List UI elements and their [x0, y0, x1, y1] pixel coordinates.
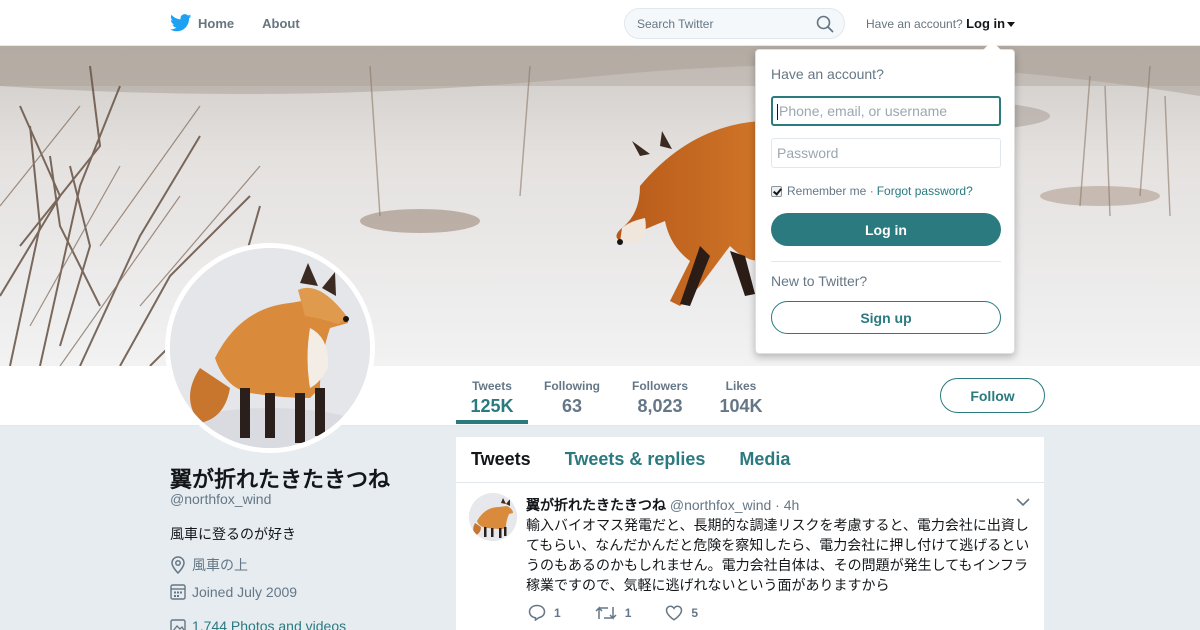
like-action[interactable]: 5: [665, 604, 699, 621]
image-icon: [170, 618, 186, 630]
fox-avatar-image: [469, 493, 517, 541]
joined-text: Joined July 2009: [192, 583, 298, 600]
profile-joined: Joined July 2009: [170, 583, 297, 600]
retweet-count: 1: [624, 605, 632, 620]
tweet[interactable]: 翼が折れたきたきつね @northfox_wind · 4h 輸入バイオマス発電…: [456, 483, 1044, 630]
location-pin-icon: [171, 556, 185, 574]
profile-photos-link[interactable]: 1,744 Photos and videos: [170, 618, 346, 630]
username-placeholder: Phone, email, or username: [779, 103, 948, 119]
tweet-header: 翼が折れたきたきつね @northfox_wind · 4h: [526, 495, 799, 515]
search-icon[interactable]: [816, 15, 834, 33]
text-cursor: [777, 104, 778, 121]
profile-handle[interactable]: @northfox_wind: [170, 491, 271, 507]
photos-videos-text[interactable]: 1,744 Photos and videos: [192, 618, 346, 630]
reply-action[interactable]: 1: [528, 604, 561, 621]
timeline: Tweets Tweets & replies Media 翼が折れたきたきつね…: [456, 437, 1044, 630]
stat-likes[interactable]: Likes 104K: [719, 379, 763, 417]
dropdown-title: Have an account?: [771, 66, 884, 82]
divider: [771, 261, 1001, 262]
password-placeholder: Password: [777, 145, 839, 161]
profile-location: 風車の上: [170, 555, 248, 575]
profile-bio: 風車に登るのが好き: [170, 526, 296, 542]
profile-avatar[interactable]: [165, 243, 375, 453]
stat-value: 63: [561, 396, 583, 416]
search-placeholder: Search Twitter: [637, 17, 714, 31]
search-input[interactable]: Search Twitter: [624, 8, 845, 39]
tweet-author-name[interactable]: 翼が折れたきたきつね: [526, 497, 666, 513]
remember-row: Remember me · Forgot password?: [771, 184, 973, 198]
stat-following[interactable]: Following 63: [543, 379, 601, 417]
stat-tweets[interactable]: Tweets 125K: [470, 379, 514, 417]
stat-value: 104K: [719, 396, 763, 416]
nav-left: Home About: [170, 0, 328, 46]
tweet-actions: 1 1 5: [528, 604, 732, 621]
tweet-text: 輸入バイオマス発電だと、長期的な調達リスクを考慮すると、電力会社に出資してもらい…: [526, 517, 1030, 593]
active-stat-underline: [456, 420, 528, 424]
retweet-action[interactable]: 1: [595, 605, 632, 621]
tweet-avatar[interactable]: [469, 493, 517, 541]
chevron-down-icon[interactable]: [1016, 497, 1030, 507]
twitter-bird-icon: [170, 14, 192, 32]
tab-tweets-and-replies[interactable]: Tweets & replies: [565, 449, 706, 470]
password-field[interactable]: Password: [771, 138, 1001, 168]
nav-home-label: Home: [198, 15, 235, 31]
stat-followers[interactable]: Followers 8,023: [631, 379, 689, 417]
stat-label: Likes: [725, 379, 757, 393]
retweet-icon: [595, 605, 617, 620]
login-dropdown: Have an account? Phone, email, or userna…: [755, 41, 1015, 354]
remember-me-checkbox[interactable]: [771, 185, 782, 197]
profile-name[interactable]: 翼が折れたきたきつね: [170, 462, 390, 494]
tweet-author-handle[interactable]: @northfox_wind: [670, 497, 771, 513]
login-menu-trigger[interactable]: Have an account? Log in: [866, 16, 1016, 31]
have-account-text: Have an account?: [866, 17, 963, 31]
tweet-time[interactable]: 4h: [784, 497, 800, 513]
stat-label: Following: [544, 379, 600, 393]
heart-icon: [666, 604, 683, 621]
tab-tweets[interactable]: Tweets: [471, 449, 531, 470]
login-button[interactable]: Log in: [771, 213, 1001, 246]
avatar-image: [170, 248, 370, 448]
timeline-tabs: Tweets Tweets & replies Media: [456, 437, 1044, 483]
tweet-separator: ·: [775, 497, 780, 513]
calendar-icon: [170, 584, 186, 600]
tab-media[interactable]: Media: [739, 449, 790, 470]
stat-value: 125K: [470, 396, 514, 416]
username-field[interactable]: Phone, email, or username: [771, 96, 1001, 126]
stat-label: Followers: [631, 379, 688, 393]
login-link[interactable]: Log in: [966, 16, 1005, 31]
like-count: 5: [691, 605, 699, 620]
reply-count: 1: [554, 605, 561, 620]
location-text: 風車の上: [192, 557, 248, 573]
stat-label: Tweets: [472, 379, 512, 393]
stat-value: 8,023: [637, 396, 683, 416]
top-navigation-bar: Home About Search Twitter Have an accoun…: [0, 0, 1200, 46]
nav-about[interactable]: About: [262, 16, 300, 31]
nav-about-label: About: [262, 15, 300, 31]
follow-button[interactable]: Follow: [940, 378, 1045, 413]
nav-home[interactable]: Home: [170, 14, 234, 32]
signup-button[interactable]: Sign up: [771, 301, 1001, 334]
new-to-twitter-text: New to Twitter?: [771, 273, 868, 289]
fox-avatar-image: [170, 248, 370, 448]
remember-separator: ·: [869, 184, 874, 198]
remember-me-label[interactable]: Remember me: [787, 184, 866, 198]
forgot-password-link[interactable]: Forgot password?: [877, 184, 973, 198]
reply-icon: [528, 604, 546, 621]
chevron-down-icon: [1007, 22, 1016, 28]
